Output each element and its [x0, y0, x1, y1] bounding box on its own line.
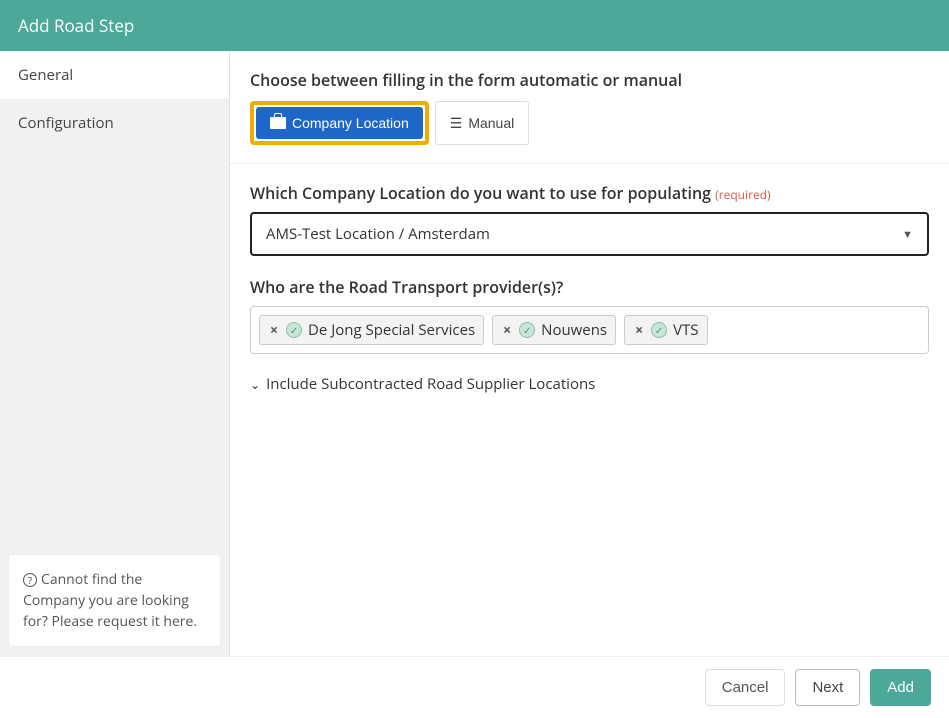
- tab-label: General: [18, 65, 73, 85]
- expander-label: Include Subcontracted Road Supplier Loca…: [266, 374, 595, 394]
- tab-configuration[interactable]: Configuration: [0, 99, 229, 147]
- check-icon: ✓: [519, 322, 535, 338]
- location-value: AMS-Test Location / Amsterdam: [266, 224, 490, 244]
- chevron-down-icon: ▼: [902, 227, 913, 242]
- check-icon: ✓: [286, 322, 302, 338]
- subcontracted-expander[interactable]: ⌄ Include Subcontracted Road Supplier Lo…: [250, 374, 929, 394]
- dialog-body: General Configuration ?Cannot find the C…: [0, 51, 949, 657]
- highlight-frame: Company Location: [250, 101, 429, 145]
- provider-tag: × ✓ Nouwens: [492, 315, 616, 345]
- remove-tag-icon[interactable]: ×: [633, 321, 645, 340]
- question-icon: ?: [23, 573, 37, 587]
- company-location-label: Company Location: [292, 115, 409, 131]
- location-select[interactable]: AMS-Test Location / Amsterdam ▼: [250, 212, 929, 256]
- dialog-footer: Cancel Next Add: [0, 656, 949, 718]
- manual-label: Manual: [468, 115, 514, 131]
- company-location-button[interactable]: Company Location: [256, 107, 423, 139]
- location-label-text: Which Company Location do you want to us…: [250, 182, 711, 204]
- providers-field: Who are the Road Transport provider(s)? …: [250, 276, 929, 354]
- manual-button[interactable]: ☰ Manual: [435, 101, 529, 145]
- main-panel: Choose between filling in the form autom…: [230, 51, 949, 657]
- location-label: Which Company Location do you want to us…: [250, 182, 929, 204]
- location-field: Which Company Location do you want to us…: [250, 182, 929, 256]
- tab-general[interactable]: General: [0, 51, 229, 99]
- tab-label: Configuration: [18, 113, 114, 133]
- provider-name: VTS: [673, 320, 698, 340]
- providers-input[interactable]: × ✓ De Jong Special Services × ✓ Nouwens…: [250, 306, 929, 354]
- provider-tag: × ✓ VTS: [624, 315, 707, 345]
- add-button[interactable]: Add: [870, 669, 931, 706]
- help-box[interactable]: ?Cannot find the Company you are looking…: [8, 554, 221, 647]
- dialog-title: Add Road Step: [18, 14, 134, 37]
- help-text: Cannot find the Company you are looking …: [23, 570, 197, 631]
- chevron-down-icon: ⌄: [250, 376, 260, 393]
- provider-name: Nouwens: [541, 320, 607, 340]
- remove-tag-icon[interactable]: ×: [268, 321, 280, 340]
- provider-tag: × ✓ De Jong Special Services: [259, 315, 484, 345]
- list-icon: ☰: [450, 116, 463, 130]
- choose-label: Choose between filling in the form autom…: [250, 69, 929, 91]
- remove-tag-icon[interactable]: ×: [501, 321, 513, 340]
- providers-label: Who are the Road Transport provider(s)?: [250, 276, 929, 298]
- dialog-header: Add Road Step: [0, 0, 949, 51]
- next-button[interactable]: Next: [795, 669, 860, 706]
- briefcase-icon: [270, 117, 286, 129]
- divider: [230, 163, 949, 164]
- required-tag: (required): [715, 186, 770, 203]
- sidebar: General Configuration ?Cannot find the C…: [0, 51, 230, 657]
- fill-mode-toggle: Company Location ☰ Manual: [250, 101, 929, 145]
- cancel-button[interactable]: Cancel: [705, 669, 786, 706]
- provider-name: De Jong Special Services: [308, 320, 475, 340]
- check-icon: ✓: [651, 322, 667, 338]
